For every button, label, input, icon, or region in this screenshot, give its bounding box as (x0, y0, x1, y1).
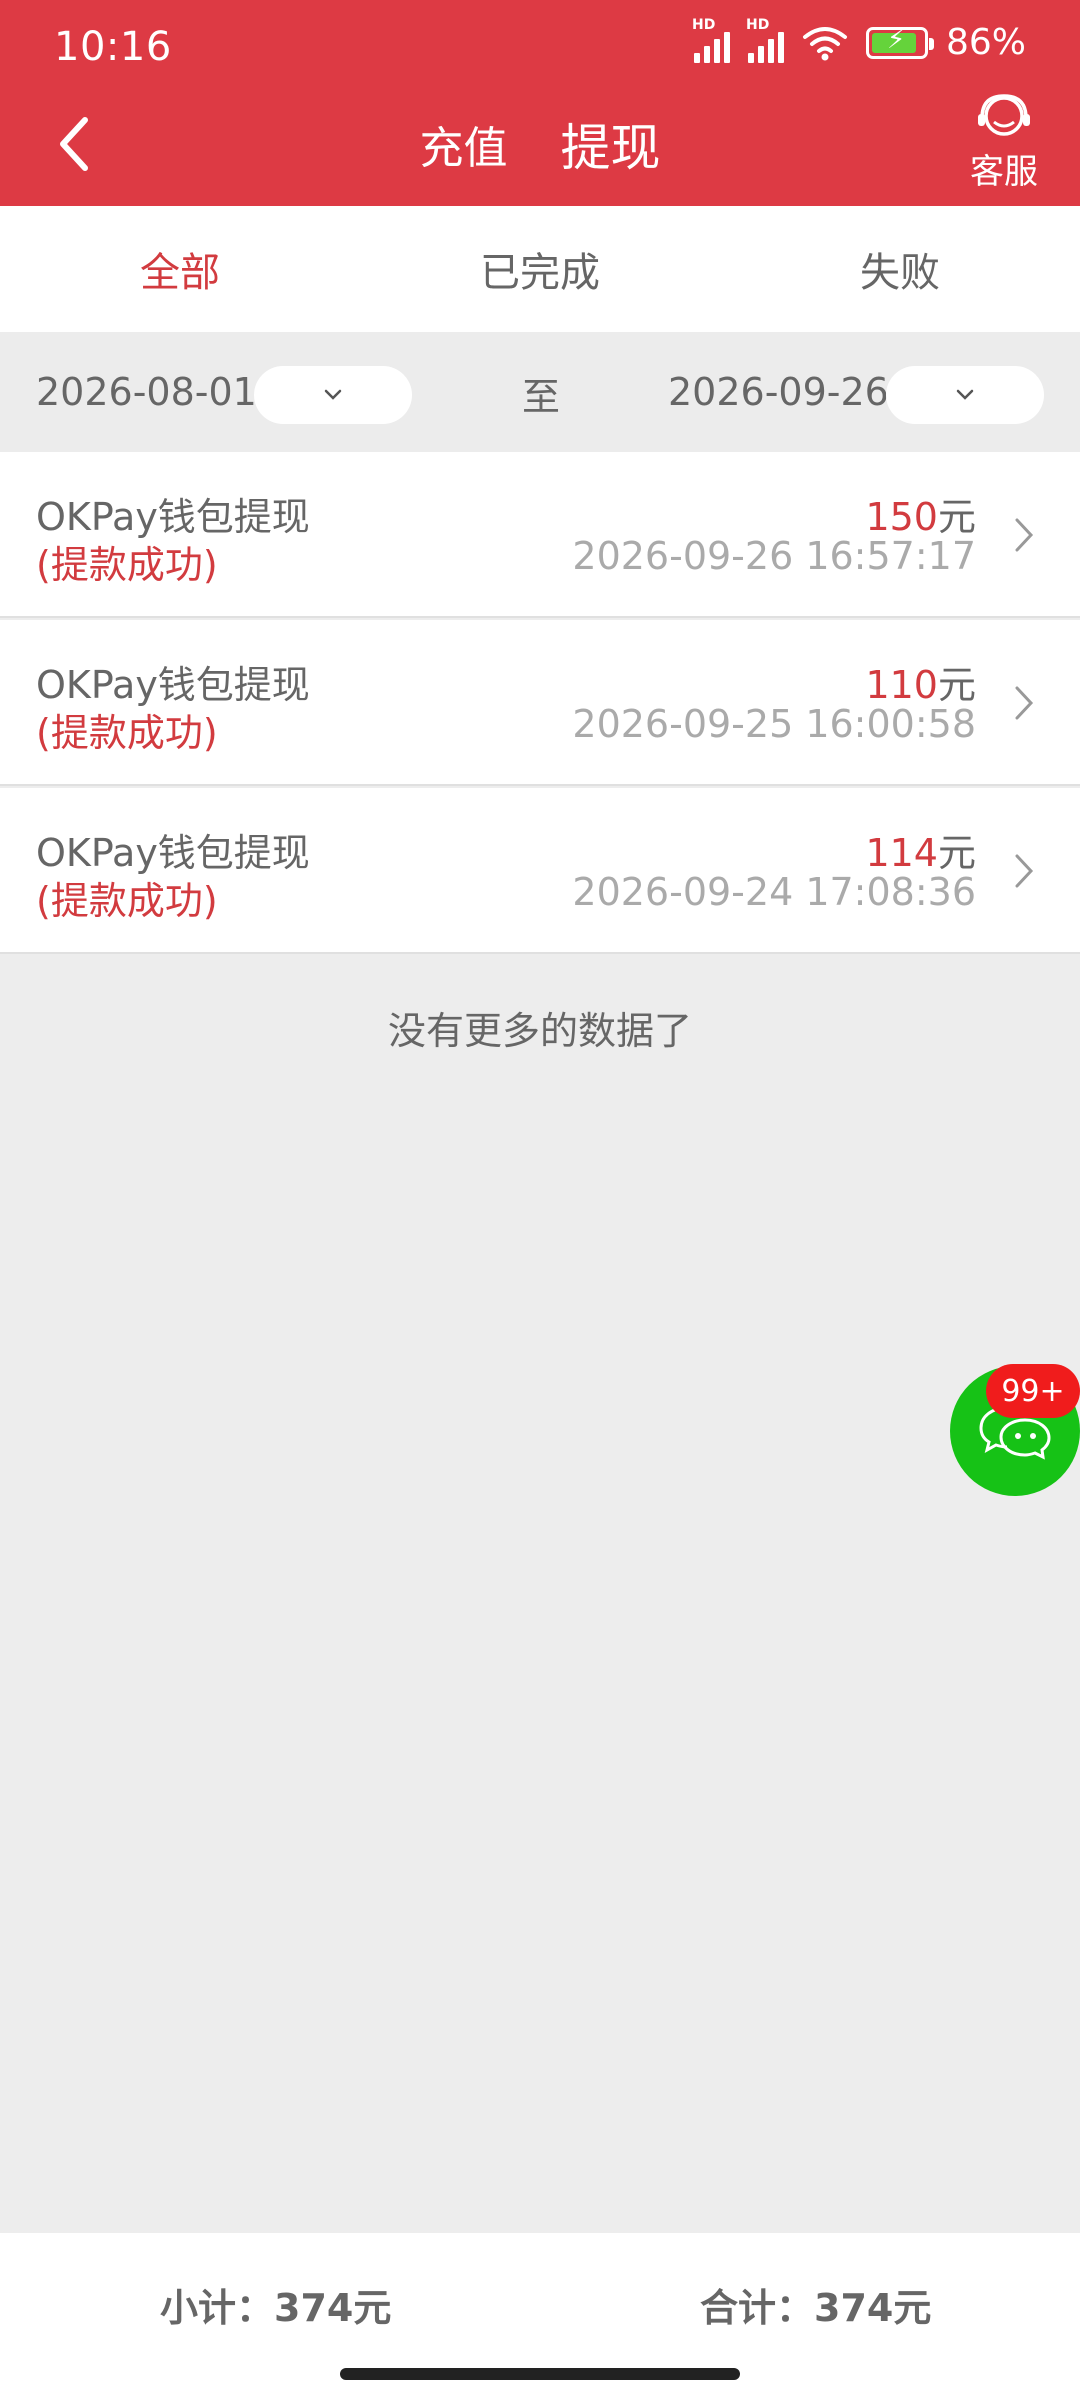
filter-tab-failed[interactable]: 失败 (720, 206, 1080, 332)
headset-icon (978, 94, 1030, 136)
subtotal: 小计：374元 (160, 2286, 392, 2330)
header-tabs: 充值 提现 (0, 108, 1080, 180)
end-date-dropdown[interactable] (886, 366, 1044, 424)
no-more-data-text: 没有更多的数据了 (387, 1009, 692, 1053)
total: 合计：374元 (700, 2286, 932, 2330)
status-time: 10:16 (54, 24, 172, 70)
customer-service-label: 客服 (970, 152, 1038, 192)
start-date-dropdown[interactable] (254, 366, 412, 424)
home-indicator[interactable] (340, 2368, 740, 2380)
battery-percent: 86% (945, 22, 1026, 63)
app-header: 10:16 HD HD ⚡ 86% 充值 提现 客服 (0, 0, 1080, 206)
chat-unread-badge: 99+ (986, 1364, 1080, 1418)
status-icons: HD HD ⚡ 86% (692, 17, 1026, 64)
chevron-down-icon (956, 389, 974, 400)
signal-1-label: HD (691, 16, 716, 33)
record-title: OKPay钱包提现 (36, 495, 310, 539)
wifi-icon (802, 26, 847, 60)
record-time: 2026-09-26 16:57:17 (572, 534, 976, 578)
list-item[interactable]: OKPay钱包提现 (提款成功) 110元 2026-09-25 16:00:5… (0, 620, 1080, 786)
record-status: (提款成功) (36, 711, 218, 755)
cell-signal-icon: HD (692, 17, 730, 63)
tab-withdraw[interactable]: 提现 (561, 108, 661, 180)
record-title: OKPay钱包提现 (36, 831, 310, 875)
record-amount: 114元 (865, 822, 976, 877)
end-date: 2026-09-26 (668, 370, 889, 414)
record-amount-value: 114 (865, 831, 938, 875)
customer-service-button[interactable]: 客服 (964, 92, 1044, 193)
list-item[interactable]: OKPay钱包提现 (提款成功) 150元 2026-09-26 16:57:1… (0, 452, 1080, 618)
date-separator: 至 (522, 375, 561, 419)
filter-tabs: 全部 已完成 失败 (0, 206, 1080, 332)
date-range-filter: 2026-08-01 至 2026-09-26 (0, 332, 1080, 452)
filter-tab-completed[interactable]: 已完成 (360, 206, 720, 332)
signal-2-label: HD (745, 16, 770, 33)
start-date: 2026-08-01 (36, 370, 257, 414)
chevron-right-icon (1004, 678, 1044, 728)
record-amount-unit: 元 (937, 495, 976, 539)
record-amount-value: 110 (865, 663, 938, 707)
record-time: 2026-09-24 17:08:36 (572, 870, 976, 914)
record-amount: 110元 (865, 654, 976, 709)
filter-tab-all[interactable]: 全部 (0, 206, 360, 332)
record-amount-unit: 元 (937, 831, 976, 875)
chevron-right-icon (1004, 846, 1044, 896)
record-status: (提款成功) (36, 879, 218, 923)
list-item[interactable]: OKPay钱包提现 (提款成功) 114元 2026-09-24 17:08:3… (0, 788, 1080, 954)
record-amount-unit: 元 (937, 663, 976, 707)
record-amount: 150元 (865, 486, 976, 541)
chevron-right-icon (1004, 510, 1044, 560)
record-amount-value: 150 (865, 495, 938, 539)
battery-icon: ⚡ (865, 25, 934, 59)
tab-recharge[interactable]: 充值 (419, 112, 507, 176)
chevron-down-icon (324, 389, 342, 400)
cell-signal-icon-2: HD (746, 17, 784, 63)
record-status: (提款成功) (36, 543, 218, 587)
record-time: 2026-09-25 16:00:58 (572, 702, 976, 746)
record-title: OKPay钱包提现 (36, 663, 310, 707)
